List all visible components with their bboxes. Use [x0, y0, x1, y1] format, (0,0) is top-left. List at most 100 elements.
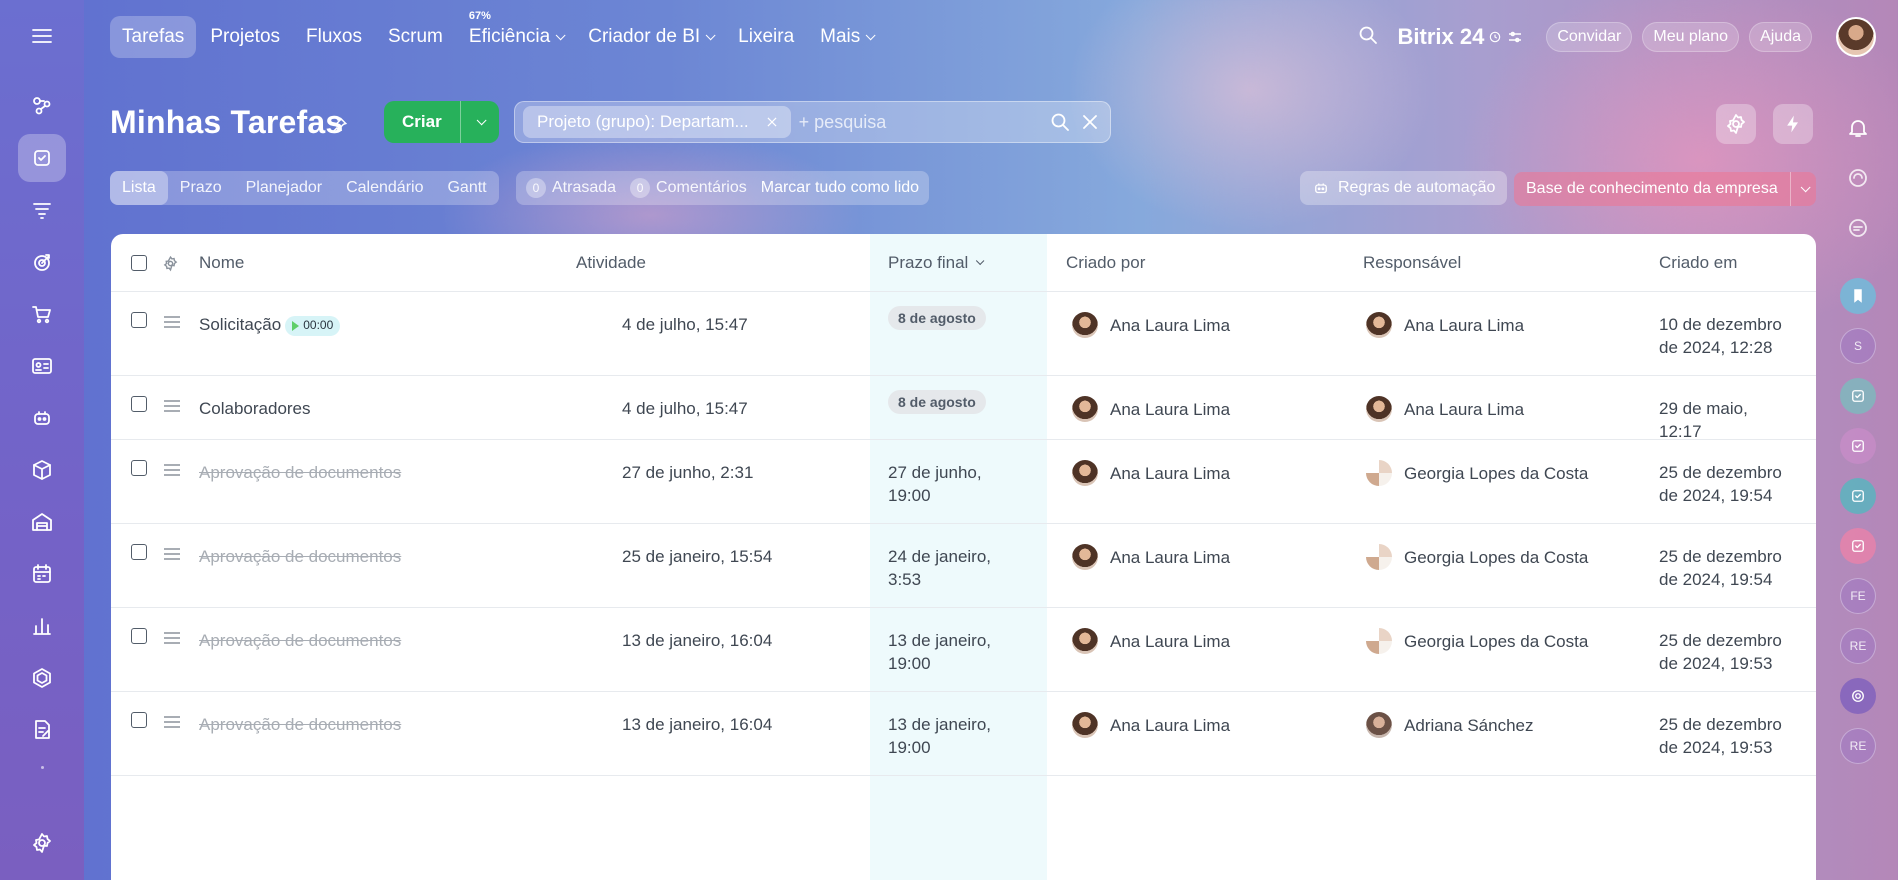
notifications-bell[interactable] — [1840, 110, 1876, 146]
sidebar-item-goals[interactable] — [18, 238, 66, 286]
view-tab-2[interactable]: Planejador — [234, 171, 335, 205]
deadline-value[interactable]: 13 de janeiro, 19:00 — [888, 715, 991, 757]
task-name-link[interactable]: Colaboradores — [199, 399, 311, 418]
filter-chip[interactable]: Projeto (grupo): Departam... — [523, 106, 791, 138]
recent-chat-badge[interactable]: FE — [1840, 578, 1876, 614]
create-dropdown[interactable] — [459, 101, 498, 143]
task-name-link[interactable]: Aprovação de documentos — [199, 463, 401, 482]
table-row[interactable]: Aprovação de documentos 25 de janeiro, 15… — [111, 524, 1816, 608]
search-icon[interactable] — [1048, 110, 1072, 134]
table-row[interactable]: Aprovação de documentos 13 de janeiro, 16… — [111, 608, 1816, 692]
table-row[interactable]: Solicitação 00:00 4 de julho, 15:47 8 de ag… — [111, 292, 1816, 376]
column-deadline[interactable]: Prazo final — [888, 234, 985, 292]
sidebar-item-calendar[interactable] — [18, 550, 66, 598]
deadline-value[interactable]: 13 de janeiro, 19:00 — [888, 631, 991, 673]
task-name-link[interactable]: Aprovação de documentos — [199, 547, 401, 566]
view-tab-3[interactable]: Calendário — [334, 171, 435, 205]
knowledge-base-dropdown[interactable] — [1789, 172, 1816, 206]
nav-item-2[interactable]: Fluxos — [294, 16, 374, 58]
recent-task-1[interactable] — [1840, 378, 1876, 414]
drag-handle[interactable] — [164, 545, 180, 563]
creator-cell[interactable]: Ana Laura Lima — [1072, 628, 1230, 654]
table-row[interactable]: Aprovação de documentos 13 de janeiro, 16… — [111, 692, 1816, 776]
nav-item-3[interactable]: Scrum — [376, 16, 455, 58]
sidebar-item-analytics[interactable] — [18, 602, 66, 650]
drag-handle[interactable] — [164, 397, 180, 415]
sidebar-item-tasks[interactable] — [18, 134, 66, 182]
drag-handle[interactable] — [164, 713, 180, 731]
select-all-checkbox[interactable] — [131, 255, 147, 271]
bookmark-button[interactable] — [1840, 278, 1876, 314]
settings-button[interactable] — [1716, 104, 1756, 144]
nav-item-6[interactable]: Lixeira — [726, 16, 806, 58]
brand-logo[interactable]: Bitrix 24 — [1398, 24, 1525, 50]
close-icon[interactable] — [765, 115, 779, 129]
quick-action-button[interactable] — [1773, 104, 1813, 144]
clear-icon[interactable] — [1078, 110, 1102, 134]
search-icon[interactable] — [1356, 23, 1380, 52]
sidebar-item-documents[interactable] — [18, 706, 66, 754]
row-checkbox[interactable] — [131, 460, 147, 476]
responsible-cell[interactable]: Georgia Lopes da Costa — [1366, 628, 1588, 654]
nav-item-0[interactable]: Tarefas — [110, 16, 197, 58]
recent-chat-badge[interactable]: S — [1840, 328, 1876, 364]
nav-item-7[interactable]: Mais — [808, 16, 884, 58]
creator-cell[interactable]: Ana Laura Lima — [1072, 460, 1230, 486]
search-input[interactable] — [798, 111, 1048, 133]
recent-task-2[interactable] — [1840, 428, 1876, 464]
deadline-value[interactable]: 24 de janeiro, 3:53 — [888, 547, 991, 589]
sidebar-item-funnel[interactable] — [18, 186, 66, 234]
pin-icon[interactable] — [330, 116, 348, 139]
responsible-cell[interactable]: Georgia Lopes da Costa — [1366, 544, 1588, 570]
column-activity[interactable]: Atividade — [576, 234, 646, 292]
row-checkbox[interactable] — [131, 712, 147, 728]
nav-item-5[interactable]: Criador de BI — [576, 16, 724, 58]
sidebar-item-inventory[interactable] — [18, 446, 66, 494]
drag-handle[interactable] — [164, 629, 180, 647]
sidebar-item-contacts[interactable] — [18, 342, 66, 390]
sidebar-item-hexagon[interactable] — [18, 654, 66, 702]
view-tab-0[interactable]: Lista — [110, 171, 168, 205]
creator-cell[interactable]: Ana Laura Lima — [1072, 712, 1230, 738]
recent-task-4[interactable] — [1840, 528, 1876, 564]
column-settings[interactable] — [162, 234, 179, 292]
row-checkbox[interactable] — [131, 396, 147, 412]
table-row[interactable]: Colaboradores 4 de julho, 15:47 8 de agost… — [111, 376, 1816, 441]
drag-handle[interactable] — [164, 313, 180, 331]
responsible-cell[interactable]: Adriana Sánchez — [1366, 712, 1533, 738]
column-responsible[interactable]: Responsável — [1363, 234, 1461, 292]
deadline-value[interactable]: 27 de junho, 19:00 — [888, 463, 982, 505]
chat-button[interactable] — [1840, 210, 1876, 246]
menu-icon[interactable] — [30, 24, 54, 48]
creator-cell[interactable]: Ana Laura Lima — [1072, 312, 1230, 338]
column-created-on[interactable]: Criado em — [1659, 234, 1737, 292]
task-name-link[interactable]: Aprovação de documentos — [199, 715, 401, 734]
sidebar-item-shop[interactable] — [18, 290, 66, 338]
nav-item-4[interactable]: 67% Eficiência — [457, 10, 574, 58]
sidebar-item-copilot[interactable] — [18, 394, 66, 442]
task-name-link[interactable]: Solicitação — [199, 315, 281, 334]
recent-chat-badge[interactable]: RE — [1840, 728, 1876, 764]
responsible-cell[interactable]: Georgia Lopes da Costa — [1366, 460, 1588, 486]
creator-cell[interactable]: Ana Laura Lima — [1072, 544, 1230, 570]
row-checkbox[interactable] — [131, 312, 147, 328]
drag-handle[interactable] — [164, 461, 180, 479]
table-row[interactable]: Aprovação de documentos 27 de junho, 2:31… — [111, 440, 1816, 524]
recent-task-3[interactable] — [1840, 478, 1876, 514]
invite-button[interactable]: Convidar — [1546, 22, 1633, 52]
responsible-cell[interactable]: Ana Laura Lima — [1366, 396, 1524, 422]
row-checkbox[interactable] — [131, 544, 147, 560]
overdue-counter[interactable]: 0 Atrasada — [526, 178, 616, 198]
view-tab-4[interactable]: Gantt — [435, 171, 498, 205]
sidebar-item-crm[interactable] — [18, 82, 66, 130]
column-created-by[interactable]: Criado por — [1066, 234, 1145, 292]
row-checkbox[interactable] — [131, 628, 147, 644]
creator-cell[interactable]: Ana Laura Lima — [1072, 396, 1230, 422]
automation-rules-button[interactable]: Regras de automação — [1300, 171, 1508, 205]
create-button[interactable]: Criar — [384, 101, 499, 143]
nav-item-1[interactable]: Projetos — [198, 16, 292, 58]
recent-chat-badge[interactable]: RE — [1840, 628, 1876, 664]
filter-search-box[interactable]: Projeto (grupo): Departam... — [514, 101, 1111, 143]
mark-all-read-link[interactable]: Marcar tudo como lido — [761, 179, 919, 197]
view-tab-1[interactable]: Prazo — [168, 171, 234, 205]
